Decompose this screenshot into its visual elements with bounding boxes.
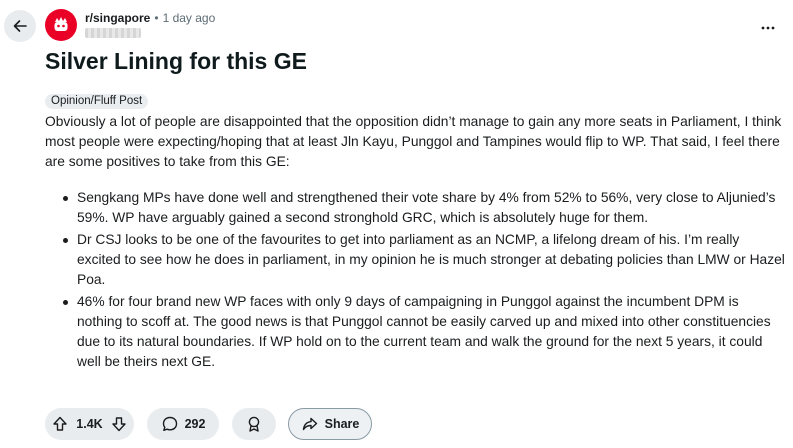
upvote-button[interactable]: [51, 415, 69, 433]
post-meta: r/singapore • 1 day ago: [85, 10, 215, 26]
post-time: 1 day ago: [162, 11, 216, 25]
back-button[interactable]: [4, 10, 36, 42]
overflow-menu-button[interactable]: [754, 14, 782, 42]
list-item: Dr CSJ looks to be one of the favourites…: [45, 230, 785, 290]
list-item: 46% for four brand new WP faces with onl…: [45, 292, 785, 372]
comment-icon: [162, 416, 177, 431]
post-intro: Obviously a lot of people are disappoint…: [45, 114, 782, 169]
post-title: Silver Lining for this GE: [45, 48, 307, 74]
meta-separator: •: [154, 11, 159, 25]
arrow-left-icon: [13, 20, 27, 32]
more-horizontal-icon: [761, 26, 775, 30]
downvote-icon: [112, 417, 126, 432]
share-label: Share: [324, 417, 360, 431]
post-body: Obviously a lot of people are disappoint…: [45, 112, 785, 374]
share-icon: [302, 417, 317, 431]
post-page: r/singapore • 1 day ago Silver Lining fo…: [0, 0, 793, 448]
list-item: Sengkang MPs have done well and strength…: [45, 188, 785, 228]
comments-button[interactable]: 292: [147, 408, 219, 440]
redacted-username: [85, 28, 141, 38]
award-icon: [248, 416, 260, 432]
award-button[interactable]: [232, 408, 276, 440]
vote-count: 1.4K: [76, 417, 103, 431]
upvote-icon: [53, 416, 67, 431]
share-button[interactable]: Share: [288, 408, 372, 440]
vote-control: 1.4K: [45, 408, 134, 440]
post-flair[interactable]: Opinion/Fluff Post: [45, 94, 149, 109]
post-bullet-list: Sengkang MPs have done well and strength…: [45, 188, 785, 372]
subreddit-link[interactable]: r/singapore: [85, 10, 150, 26]
downvote-button[interactable]: [110, 415, 128, 433]
comment-count: 292: [184, 417, 206, 431]
subreddit-avatar[interactable]: [45, 9, 77, 41]
subreddit-avatar-icon: [54, 17, 68, 31]
